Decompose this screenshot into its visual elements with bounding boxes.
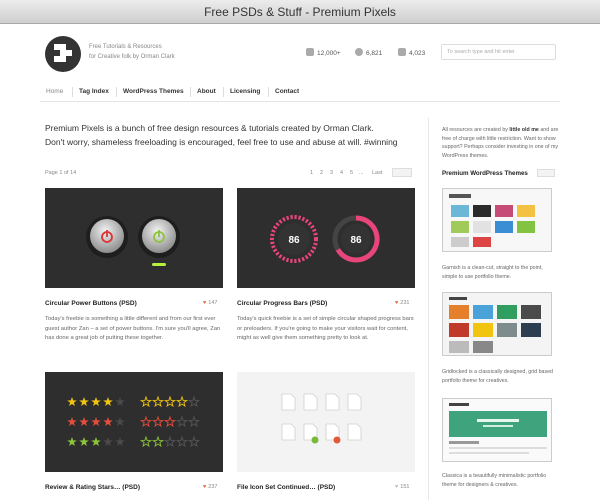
- theme-description: Gridlocked is a classically designed, gr…: [442, 369, 553, 384]
- page-ellipsis: ...: [359, 170, 364, 176]
- themes-carousel-arrows[interactable]: [537, 169, 555, 177]
- nav-divider: [268, 87, 269, 97]
- page-last-link[interactable]: Last: [372, 170, 382, 176]
- facebook-count[interactable]: 4,023: [398, 48, 425, 57]
- post-title[interactable]: Circular Power Buttons (PSD): [45, 300, 137, 307]
- page-link[interactable]: 2: [320, 170, 323, 176]
- classica-preview: [443, 399, 551, 461]
- garnish-preview: [443, 189, 551, 251]
- theme-thumbnail-garnish[interactable]: [442, 188, 552, 252]
- page-link[interactable]: 5: [350, 170, 353, 176]
- file-icon: [347, 393, 362, 411]
- rss-icon: [306, 48, 314, 56]
- like-count[interactable]: ♥ 237: [203, 484, 217, 490]
- page-link[interactable]: 1: [310, 170, 313, 176]
- twitter-count[interactable]: 6,821: [355, 48, 382, 57]
- page-info: Page 1 of 14: [45, 170, 77, 176]
- post-excerpt: Today's quick freebie is a set of simple…: [237, 316, 414, 341]
- logo-mark-icon: [54, 44, 72, 62]
- post-thumbnail-rating-stars[interactable]: [45, 372, 223, 472]
- like-count[interactable]: ♥ 151: [395, 484, 409, 490]
- post-thumbnail-power-buttons[interactable]: [45, 188, 223, 288]
- window-titlebar: Free PSDs & Stuff - Premium Pixels: [0, 0, 600, 24]
- theme-thumbnail-classica[interactable]: [442, 398, 552, 462]
- window-title: Free PSDs & Stuff - Premium Pixels: [204, 5, 396, 19]
- author-link[interactable]: little old me: [509, 127, 538, 133]
- nav-divider: [190, 87, 191, 97]
- site-logo[interactable]: [45, 36, 81, 72]
- theme-description: Garnish is a clean-cut, straight to the …: [442, 265, 543, 280]
- nav-divider: [223, 87, 224, 97]
- theme-description: Classica is a beautifully minimalistic p…: [442, 473, 547, 488]
- file-icon: [281, 393, 296, 411]
- post-thumbnail-file-icons[interactable]: [237, 372, 415, 472]
- post-title[interactable]: File Icon Set Continued… (PSD): [237, 484, 335, 491]
- theme-thumbnail-gridlocked[interactable]: [442, 292, 552, 356]
- remove-badge-icon: [333, 436, 341, 444]
- twitter-bird-icon: [355, 48, 363, 56]
- rss-count[interactable]: 12,000+: [306, 48, 341, 57]
- nav-about[interactable]: About: [197, 88, 216, 95]
- add-badge-icon: [311, 436, 319, 444]
- intro-text: Premium Pixels is a bunch of free design…: [45, 123, 398, 147]
- nav-contact[interactable]: Contact: [275, 88, 299, 95]
- pager-arrows[interactable]: [392, 168, 412, 177]
- post-title[interactable]: Circular Progress Bars (PSD): [237, 300, 327, 307]
- rating-stars-art: [67, 396, 200, 447]
- post-title[interactable]: Review & Rating Stars… (PSD): [45, 484, 140, 491]
- gauge-value: 86: [288, 235, 300, 246]
- facebook-icon: [398, 48, 406, 56]
- nav-divider: [72, 87, 73, 97]
- file-icon: [303, 393, 318, 411]
- search-input[interactable]: To search type and hit enter: [441, 44, 556, 60]
- file-icon: [347, 423, 362, 441]
- nav-divider: [116, 87, 117, 97]
- nav-wordpress-themes[interactable]: WordPress Themes: [123, 88, 184, 95]
- like-count[interactable]: ♥ 231: [395, 300, 409, 306]
- post-excerpt: Today's freebie is something a little di…: [45, 316, 221, 341]
- heart-icon: ♥: [203, 300, 207, 306]
- heart-icon: ♥: [395, 484, 399, 490]
- progress-bars-art: 86 86: [270, 215, 380, 263]
- like-count[interactable]: ♥ 147: [203, 300, 217, 306]
- file-icon: [281, 423, 296, 441]
- sidebar-divider: [428, 118, 429, 500]
- gauge-value: 86: [350, 235, 362, 246]
- heart-icon: ♥: [203, 484, 207, 490]
- post-thumbnail-progress-bars[interactable]: 86 86: [237, 188, 415, 288]
- page-link[interactable]: 4: [340, 170, 343, 176]
- power-buttons-art: [86, 216, 180, 266]
- site-tagline: Free Tutorials & Resources for Creative …: [89, 44, 175, 60]
- sidebar-note: All resources are created by little old …: [442, 127, 559, 159]
- nav-licensing[interactable]: Licensing: [230, 88, 260, 95]
- file-icons-art: [281, 393, 362, 444]
- heart-icon: ♥: [395, 300, 399, 306]
- file-icon: [325, 393, 340, 411]
- themes-heading: Premium WordPress Themes: [442, 170, 528, 177]
- gridlocked-preview: [443, 293, 551, 355]
- page-link[interactable]: 3: [330, 170, 333, 176]
- nav-home[interactable]: Home: [46, 88, 63, 95]
- main-nav: Home Tag Index WordPress Themes About Li…: [40, 84, 560, 102]
- nav-tag-index[interactable]: Tag Index: [79, 88, 109, 95]
